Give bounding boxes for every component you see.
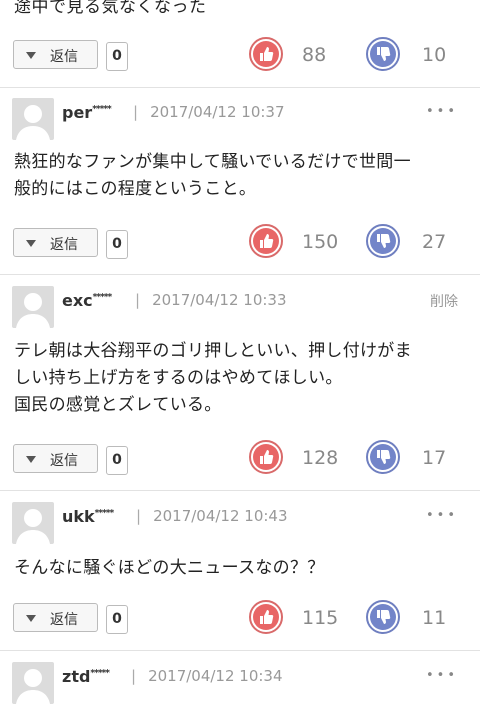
timestamp: 2017/04/12 10:33 bbox=[152, 291, 287, 309]
dislike-button[interactable] bbox=[366, 440, 400, 474]
like-count: 88 bbox=[302, 44, 327, 66]
triangle-down-icon bbox=[26, 52, 36, 59]
divider bbox=[0, 274, 480, 275]
reply-button[interactable]: 返信 bbox=[13, 228, 98, 257]
thumbs-down-icon bbox=[377, 610, 391, 624]
like-count: 115 bbox=[302, 607, 339, 629]
comment-body: そんなに騒ぐほどの大ニュースなの？？ bbox=[14, 558, 325, 578]
username[interactable]: exc***** bbox=[62, 291, 112, 310]
reply-label: 返信 bbox=[50, 453, 78, 469]
reply-count[interactable]: 0 bbox=[106, 230, 128, 259]
delete-link[interactable]: 削除 bbox=[430, 291, 458, 311]
dislike-count: 27 bbox=[422, 231, 447, 253]
divider bbox=[0, 490, 480, 491]
like-button[interactable] bbox=[249, 600, 283, 634]
timestamp: 2017/04/12 10:37 bbox=[150, 103, 285, 121]
reply-button[interactable]: 返信 bbox=[13, 40, 98, 69]
thumbs-down-icon bbox=[377, 450, 391, 464]
avatar[interactable] bbox=[12, 286, 54, 328]
dislike-button[interactable] bbox=[366, 600, 400, 634]
dislike-button[interactable] bbox=[366, 224, 400, 258]
like-count: 128 bbox=[302, 447, 339, 469]
dislike-count: 11 bbox=[422, 607, 447, 629]
like-button[interactable] bbox=[249, 224, 283, 258]
timestamp: 2017/04/12 10:43 bbox=[153, 507, 288, 525]
reply-label: 返信 bbox=[50, 612, 78, 628]
avatar[interactable] bbox=[12, 98, 54, 140]
timestamp: 2017/04/12 10:34 bbox=[148, 667, 283, 685]
default-user-avatar-icon bbox=[16, 293, 50, 328]
comment-body: 熱狂的なファンが集中して騒いでいるだけで世間一 般的にはこの程度ということ。 bbox=[14, 152, 411, 199]
comment-meta: | 2017/04/12 10:37 bbox=[133, 103, 285, 121]
thumbs-up-icon bbox=[260, 234, 274, 248]
thumbs-down-icon bbox=[377, 234, 391, 248]
thumbs-down-icon bbox=[377, 47, 391, 61]
like-button[interactable] bbox=[249, 37, 283, 71]
reply-button[interactable]: 返信 bbox=[13, 444, 98, 473]
comment-body-partial: 途中で見る気なくなった bbox=[14, 0, 207, 17]
reply-button[interactable]: 返信 bbox=[13, 603, 98, 632]
dislike-count: 10 bbox=[422, 44, 447, 66]
reply-label: 返信 bbox=[50, 237, 78, 253]
default-user-avatar-icon bbox=[16, 509, 50, 544]
reply-count[interactable]: 0 bbox=[106, 605, 128, 634]
avatar[interactable] bbox=[12, 502, 54, 544]
reply-count[interactable]: 0 bbox=[106, 446, 128, 475]
divider bbox=[0, 650, 480, 651]
like-count: 150 bbox=[302, 231, 339, 253]
triangle-down-icon bbox=[26, 240, 36, 247]
thumbs-up-icon bbox=[260, 610, 274, 624]
comment-meta: | 2017/04/12 10:43 bbox=[136, 507, 288, 525]
comment-body: テレ朝は大谷翔平のゴリ押しといい、押し付けがま しい持ち上げ方をするのはやめてほ… bbox=[14, 341, 412, 415]
more-menu-icon[interactable]: ••• bbox=[426, 668, 458, 683]
more-menu-icon[interactable]: ••• bbox=[426, 104, 458, 119]
triangle-down-icon bbox=[26, 456, 36, 463]
divider bbox=[0, 87, 480, 88]
username[interactable]: per***** bbox=[62, 103, 112, 122]
dislike-button[interactable] bbox=[366, 37, 400, 71]
thumbs-up-icon bbox=[260, 47, 274, 61]
reply-count[interactable]: 0 bbox=[106, 42, 128, 71]
avatar[interactable] bbox=[12, 662, 54, 704]
triangle-down-icon bbox=[26, 615, 36, 622]
username[interactable]: ztd***** bbox=[62, 667, 110, 686]
thumbs-up-icon bbox=[260, 450, 274, 464]
like-button[interactable] bbox=[249, 440, 283, 474]
comment-meta: | 2017/04/12 10:34 bbox=[131, 667, 283, 685]
default-user-avatar-icon bbox=[16, 669, 50, 704]
more-menu-icon[interactable]: ••• bbox=[426, 508, 458, 523]
comment-meta: | 2017/04/12 10:33 bbox=[135, 291, 287, 309]
dislike-count: 17 bbox=[422, 447, 447, 469]
default-user-avatar-icon bbox=[16, 105, 50, 140]
reply-label: 返信 bbox=[50, 49, 78, 65]
username[interactable]: ukk***** bbox=[62, 507, 114, 526]
